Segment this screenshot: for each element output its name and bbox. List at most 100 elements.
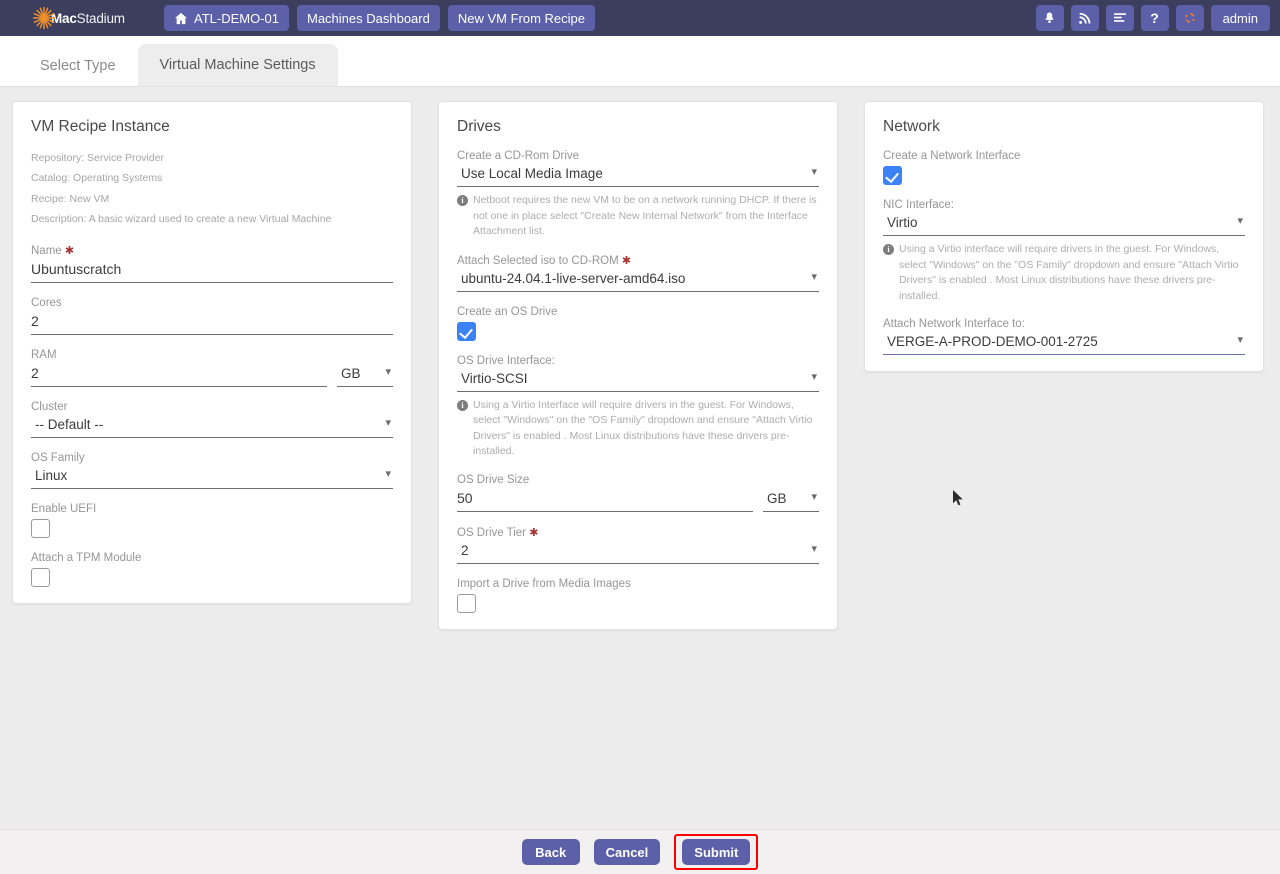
- create-network-interface-label: Create a Network Interface: [883, 150, 1021, 162]
- submit-highlight-box: Submit: [674, 834, 759, 870]
- os-family-select-wrap: Linux ▾: [31, 465, 393, 489]
- os-drive-interface-field-group: OS Drive Interface: Virtio-SCSI ▾ i Usin…: [457, 355, 819, 460]
- user-menu-button[interactable]: admin: [1210, 5, 1270, 31]
- os-drive-size-input[interactable]: [457, 487, 753, 512]
- attach-tpm-label: Attach a TPM Module: [31, 551, 142, 564]
- cores-input[interactable]: [31, 310, 393, 335]
- cdrom-label: Create a CD-Rom Drive: [457, 150, 580, 162]
- name-field-group: Name ✱: [31, 244, 393, 283]
- create-network-interface-checkbox[interactable]: [883, 166, 902, 185]
- enable-uefi-field-group: Enable UEFI: [31, 503, 393, 538]
- create-os-drive-field-group: Create an OS Drive: [457, 306, 819, 341]
- required-asterisk: ✱: [64, 244, 75, 257]
- cdrom-note-text: Netboot requires the new VM to be on a n…: [473, 194, 817, 238]
- cluster-select-wrap: -- Default -- ▾: [31, 414, 393, 438]
- os-drive-size-label: OS Drive Size: [457, 473, 530, 486]
- attach-network-to-label: Attach Network Interface to:: [883, 318, 1025, 331]
- cdrom-select[interactable]: Use Local Media Image: [457, 164, 819, 187]
- list-icon[interactable]: [1105, 5, 1134, 31]
- enable-uefi-checkbox[interactable]: [31, 518, 50, 538]
- nav-atl-demo-01-label: ATL-DEMO-01: [194, 10, 279, 26]
- cluster-select[interactable]: -- Default --: [31, 414, 393, 438]
- attach-iso-select[interactable]: ubuntu-24.04.1-live-server-amd64.iso: [457, 268, 819, 292]
- drives-card: Drives Create a CD-Rom Drive Use Local M…: [438, 101, 838, 630]
- os-drive-tier-select[interactable]: 2: [457, 540, 819, 564]
- attach-iso-select-wrap: ubuntu-24.04.1-live-server-amd64.iso ▾: [457, 268, 819, 292]
- nic-interface-select-wrap: Virtio ▾: [883, 213, 1245, 236]
- help-icon[interactable]: ?: [1140, 5, 1169, 31]
- name-label: Name ✱: [31, 244, 75, 257]
- cancel-button[interactable]: Cancel: [593, 839, 661, 865]
- cdrom-select-wrap: Use Local Media Image ▾: [457, 164, 819, 187]
- cdrom-field-group: Create a CD-Rom Drive Use Local Media Im…: [457, 150, 819, 240]
- top-header-bar: MacStadium ATL-DEMO-01 Machines Dashboar…: [0, 0, 1280, 36]
- nav-machines-dashboard[interactable]: Machines Dashboard: [297, 5, 440, 31]
- settings-columns: VM Recipe Instance Repository: Service P…: [0, 87, 1280, 630]
- attach-network-to-select[interactable]: VERGE-A-PROD-DEMO-001-2725: [883, 332, 1245, 356]
- nic-interface-field-group: NIC Interface: Virtio ▾ i Using a Virtio…: [883, 199, 1245, 304]
- sunburst-icon: [32, 6, 56, 30]
- os-family-select[interactable]: Linux: [31, 465, 393, 489]
- vm-recipe-title: VM Recipe Instance: [31, 118, 170, 135]
- info-icon: i: [457, 195, 468, 206]
- os-drive-interface-select[interactable]: Virtio-SCSI: [457, 368, 819, 392]
- nic-interface-label: NIC Interface:: [883, 199, 954, 211]
- rss-icon[interactable]: [1070, 5, 1099, 31]
- nav-new-vm-from-recipe-label: New VM From Recipe: [457, 10, 585, 26]
- nic-interface-select[interactable]: Virtio: [883, 213, 1245, 236]
- back-button[interactable]: Back: [521, 839, 580, 865]
- attach-tpm-field-group: Attach a TPM Module: [31, 552, 393, 587]
- tab-virtual-machine-settings[interactable]: Virtual Machine Settings: [137, 44, 338, 86]
- nav-atl-demo-01[interactable]: ATL-DEMO-01: [164, 5, 289, 31]
- os-drive-interface-select-wrap: Virtio-SCSI ▾: [457, 368, 819, 392]
- nav-machines-dashboard-label: Machines Dashboard: [307, 10, 430, 26]
- import-drive-label: Import a Drive from Media Images: [457, 577, 631, 590]
- name-input[interactable]: [31, 258, 393, 283]
- wizard-footer: Back Cancel Submit: [0, 829, 1280, 874]
- os-drive-interface-note: i Using a Virtio Interface will require …: [457, 398, 819, 460]
- macstadium-logo: MacStadium: [32, 6, 144, 30]
- logo-stadium: Stadium: [76, 10, 125, 26]
- submit-button[interactable]: Submit: [682, 839, 751, 865]
- network-title: Network: [883, 118, 940, 135]
- network-card: Network Create a Network Interface NIC I…: [864, 101, 1264, 373]
- primary-nav: ATL-DEMO-01 Machines Dashboard New VM Fr…: [164, 5, 595, 31]
- home-icon: [174, 12, 188, 25]
- create-network-interface-field-group: Create a Network Interface: [883, 150, 1245, 185]
- meta-recipe: Recipe: New VM: [31, 192, 110, 205]
- create-os-drive-label: Create an OS Drive: [457, 305, 558, 318]
- cores-label: Cores: [31, 296, 62, 309]
- logo-wordmark: MacStadium: [51, 11, 125, 26]
- ram-unit-select-wrap: GB ▾: [337, 363, 393, 387]
- bell-icon[interactable]: [1035, 5, 1064, 31]
- ram-field-group: RAM GB ▾: [31, 349, 393, 387]
- attach-tpm-checkbox[interactable]: [31, 567, 50, 587]
- meta-repository: Repository: Service Provider: [31, 152, 165, 164]
- tab-select-type[interactable]: Select Type: [18, 46, 138, 86]
- refresh-icon[interactable]: [1175, 5, 1204, 31]
- os-drive-tier-select-wrap: 2 ▾: [457, 540, 819, 564]
- attach-network-to-field-group: Attach Network Interface to: VERGE-A-PRO…: [883, 318, 1245, 356]
- header-actions: ? admin: [1035, 5, 1270, 31]
- ram-input[interactable]: [31, 362, 327, 387]
- cores-field-group: Cores: [31, 297, 393, 335]
- meta-catalog: Catalog: Operating Systems: [31, 172, 163, 185]
- import-drive-checkbox[interactable]: [457, 593, 476, 613]
- help-icon-glyph: ?: [1150, 10, 1159, 26]
- os-drive-tier-field-group: OS Drive Tier ✱ 2 ▾: [457, 526, 819, 564]
- attach-network-to-select-wrap: VERGE-A-PROD-DEMO-001-2725 ▾: [883, 332, 1245, 356]
- meta-description: Description: A basic wizard used to crea…: [31, 213, 332, 226]
- import-drive-field-group: Import a Drive from Media Images: [457, 578, 819, 613]
- os-drive-interface-note-text: Using a Virtio Interface will require dr…: [473, 398, 813, 458]
- wizard-tabs: Select Type Virtual Machine Settings: [0, 36, 1280, 87]
- ram-unit-select[interactable]: GB: [337, 363, 393, 387]
- create-os-drive-checkbox[interactable]: [457, 321, 476, 341]
- os-drive-size-field-group: OS Drive Size GB ▾: [457, 474, 819, 512]
- os-drive-size-unit-select[interactable]: GB: [763, 488, 819, 512]
- attach-iso-field-group: Attach Selected iso to CD-ROM ✱ ubuntu-2…: [457, 254, 819, 292]
- ram-label: RAM: [31, 348, 57, 361]
- cluster-field-group: Cluster -- Default -- ▾: [31, 401, 393, 438]
- required-asterisk: ✱: [529, 526, 539, 539]
- enable-uefi-label: Enable UEFI: [31, 502, 97, 515]
- nav-new-vm-from-recipe[interactable]: New VM From Recipe: [447, 5, 595, 31]
